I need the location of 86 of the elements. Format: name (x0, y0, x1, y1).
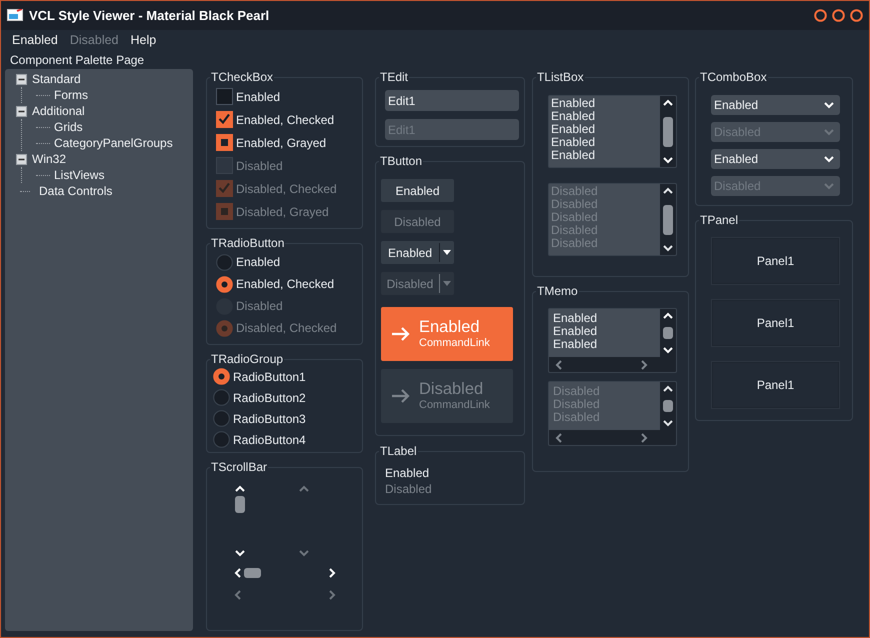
memo-line: Enabled (553, 325, 598, 338)
tree-item[interactable]: Additional (32, 102, 85, 120)
radio-label[interactable]: Enabled (236, 253, 280, 271)
chevron-down-icon (824, 128, 834, 136)
radio-button[interactable] (213, 410, 230, 427)
vertical-scrollbar[interactable] (234, 485, 246, 557)
group-title: TLabel (379, 444, 418, 458)
scrollbar[interactable] (660, 96, 676, 167)
label-text: Enabled (385, 465, 430, 481)
tree-item[interactable]: CategoryPanelGroups (54, 134, 173, 152)
scrollbar-thumb[interactable] (663, 116, 673, 146)
panel: Panel1 (711, 299, 840, 347)
minimize-icon[interactable] (814, 9, 827, 22)
collapse-icon[interactable] (16, 154, 27, 164)
collapse-icon[interactable] (16, 106, 27, 116)
memo-line: Disabled (553, 411, 601, 424)
group-title: TRadioGroup (210, 352, 284, 366)
menu-item[interactable]: Enabled (6, 31, 64, 50)
scrollbar[interactable] (660, 309, 676, 357)
checkbox-label[interactable]: Enabled (236, 88, 280, 106)
list-item[interactable]: Enabled (551, 149, 658, 162)
panel: Panel1 (711, 361, 840, 409)
list-box[interactable]: Enabled Enabled Enabled Enabled Enabled (548, 95, 677, 168)
group-title: TButton (379, 154, 424, 168)
tree-item[interactable]: Data Controls (39, 182, 112, 200)
memo-line: Enabled (553, 338, 598, 351)
radio-button[interactable] (213, 368, 230, 385)
list-item[interactable]: Enabled (551, 110, 658, 123)
push-button[interactable]: Enabled (381, 179, 454, 202)
tree-item[interactable]: ListViews (54, 166, 104, 184)
list-item[interactable]: Enabled (551, 97, 658, 110)
window-title: VCL Style Viewer - Material Black Pearl (29, 6, 270, 25)
tree-item[interactable]: Win32 (32, 150, 66, 168)
group-title: TComboBox (699, 70, 768, 84)
group-title: TEdit (379, 70, 410, 84)
radio-label[interactable]: RadioButton3 (233, 410, 306, 428)
memo-line: Disabled (553, 398, 601, 411)
app-icon (7, 8, 23, 22)
radio-button[interactable] (213, 431, 230, 448)
collapse-icon[interactable] (16, 74, 27, 84)
list-item[interactable]: Enabled (551, 136, 658, 149)
memo-box[interactable]: Enabled Enabled Enabled (548, 308, 677, 373)
radio-button[interactable] (216, 276, 233, 292)
scrollbar-thumb[interactable] (663, 327, 673, 339)
group-title: TMemo (536, 284, 579, 298)
group-title: TListBox (536, 70, 585, 84)
combo-box[interactable]: Enabled (711, 149, 840, 169)
checkbox[interactable] (216, 111, 233, 128)
panel: Panel1 (711, 237, 840, 285)
chevron-down-icon (824, 101, 834, 109)
group-title: TPanel (699, 213, 740, 227)
palette-label: Component Palette Page (9, 52, 146, 69)
list-item[interactable]: Enabled (551, 123, 658, 136)
horizontal-scrollbar[interactable] (234, 567, 336, 579)
group-title: TRadioButton (210, 236, 286, 250)
tree-item[interactable]: Grids (54, 118, 83, 136)
input-field[interactable]: Edit1 (385, 90, 519, 111)
caret-icon (440, 280, 454, 286)
radio-label[interactable]: Enabled, Checked (236, 275, 334, 293)
split-button[interactable]: Enabled (381, 241, 454, 264)
arrow-icon (391, 327, 411, 341)
caret-icon (440, 250, 454, 256)
radio-button[interactable] (213, 389, 230, 406)
label-text: Disabled (385, 481, 433, 497)
tree-item[interactable]: Standard (32, 70, 81, 88)
radio-label[interactable]: RadioButton4 (233, 430, 306, 448)
checkbox-label[interactable]: Enabled, Checked (236, 110, 334, 128)
close-icon[interactable] (850, 9, 863, 22)
group-title: TScrollBar (210, 460, 268, 474)
scrollbar[interactable] (549, 357, 676, 372)
chevron-down-icon (824, 182, 834, 190)
menu-item[interactable]: Help (124, 31, 162, 50)
memo-line: Enabled (553, 312, 598, 325)
tree-item[interactable]: Forms (54, 86, 88, 104)
radio-label[interactable]: RadioButton2 (233, 388, 306, 406)
radio-label[interactable]: RadioButton1 (233, 368, 306, 386)
group-title: TCheckBox (210, 70, 274, 84)
radio-button[interactable] (216, 254, 233, 270)
chevron-down-icon (824, 155, 834, 163)
checkbox-label[interactable]: Enabled, Grayed (236, 134, 326, 152)
checkbox[interactable] (216, 88, 233, 105)
combo-box[interactable]: Enabled (711, 95, 840, 115)
memo-line: Disabled (553, 385, 601, 398)
maximize-icon[interactable] (832, 9, 845, 22)
checkbox[interactable] (216, 134, 233, 151)
arrow-icon (391, 389, 411, 403)
